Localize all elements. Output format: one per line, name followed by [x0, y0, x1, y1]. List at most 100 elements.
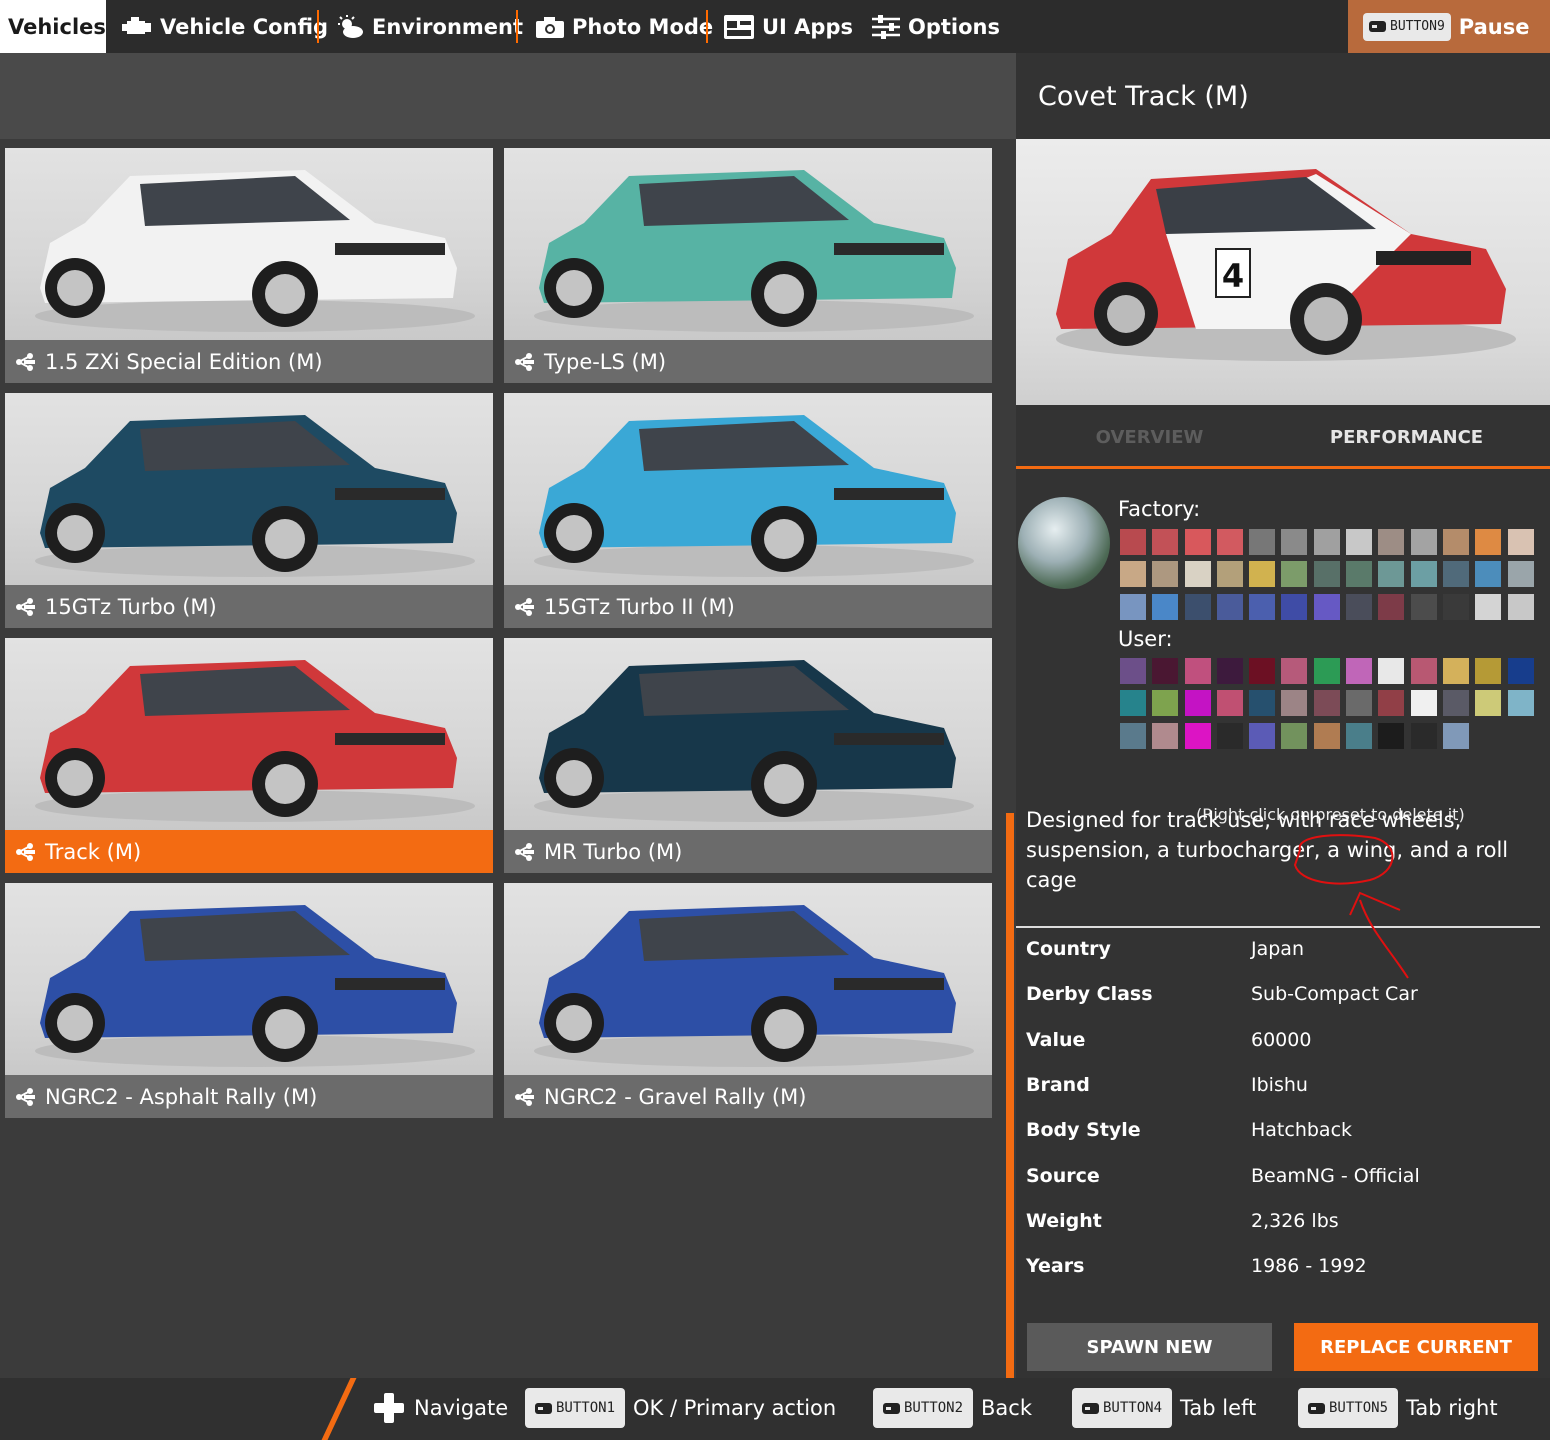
tab-options[interactable]: Options — [872, 0, 1000, 53]
user-color-swatch[interactable] — [1249, 690, 1276, 717]
factory-color-swatch[interactable] — [1475, 593, 1502, 620]
factory-color-swatch[interactable] — [1313, 593, 1340, 620]
user-color-swatch[interactable] — [1152, 658, 1179, 684]
factory-color-swatch[interactable] — [1507, 529, 1534, 555]
factory-color-swatch[interactable] — [1152, 529, 1179, 555]
factory-color-swatch[interactable] — [1507, 561, 1534, 588]
factory-color-swatch[interactable] — [1346, 593, 1373, 620]
factory-color-swatch[interactable] — [1410, 593, 1437, 620]
user-color-swatch[interactable] — [1216, 658, 1243, 684]
user-color-swatch[interactable] — [1507, 658, 1534, 684]
hint-ok[interactable]: BUTTON1 OK / Primary action — [525, 1387, 836, 1429]
user-color-swatch[interactable] — [1120, 690, 1146, 717]
user-color-swatch[interactable] — [1378, 690, 1405, 717]
user-color-swatch[interactable] — [1378, 722, 1405, 749]
factory-color-swatch[interactable] — [1313, 561, 1340, 588]
config-card[interactable]: 1.5 ZXi Special Edition (M) — [5, 148, 493, 383]
config-card[interactable]: 15GTz Turbo (M) — [5, 393, 493, 628]
user-color-swatch[interactable] — [1410, 722, 1437, 749]
factory-color-swatch[interactable] — [1249, 593, 1276, 620]
factory-color-swatch[interactable] — [1184, 529, 1211, 555]
factory-color-swatch[interactable] — [1442, 561, 1469, 588]
factory-color-swatch[interactable] — [1281, 529, 1308, 555]
user-color-swatch[interactable] — [1216, 722, 1243, 749]
factory-color-swatch[interactable] — [1442, 593, 1469, 620]
factory-color-swatch[interactable] — [1475, 561, 1502, 588]
environment-preview-ball[interactable] — [1018, 497, 1110, 589]
user-color-swatch[interactable] — [1120, 658, 1146, 684]
config-card[interactable]: Track (M) — [5, 638, 493, 873]
factory-color-swatch[interactable] — [1475, 529, 1502, 555]
config-card[interactable]: MR Turbo (M) — [504, 638, 992, 873]
factory-color-swatch[interactable] — [1507, 593, 1534, 620]
pause-button[interactable]: BUTTON9 Pause — [1348, 0, 1550, 53]
user-color-swatch[interactable] — [1442, 722, 1469, 749]
factory-color-swatch[interactable] — [1410, 561, 1437, 588]
factory-color-swatch[interactable] — [1249, 529, 1276, 555]
user-color-swatch[interactable] — [1249, 722, 1276, 749]
factory-color-swatch[interactable] — [1442, 529, 1469, 555]
user-color-swatch[interactable] — [1120, 722, 1146, 749]
hint-back[interactable]: BUTTON2 Back — [873, 1387, 1032, 1429]
factory-color-swatch[interactable] — [1378, 529, 1405, 555]
tab-photo-mode[interactable]: Photo Mode — [536, 0, 713, 53]
user-color-swatch[interactable] — [1313, 690, 1340, 717]
user-color-swatch[interactable] — [1281, 658, 1308, 684]
factory-color-swatch[interactable] — [1120, 561, 1146, 588]
user-color-swatch[interactable] — [1313, 658, 1340, 684]
user-color-swatch[interactable] — [1475, 658, 1502, 684]
tab-overview[interactable]: OVERVIEW — [1016, 405, 1283, 469]
factory-color-swatch[interactable] — [1410, 529, 1437, 555]
user-color-swatch[interactable] — [1184, 658, 1211, 684]
hint-tab-left[interactable]: BUTTON4 Tab left — [1072, 1387, 1256, 1429]
factory-color-swatch[interactable] — [1216, 529, 1243, 555]
tab-performance[interactable]: PERFORMANCE — [1273, 405, 1540, 469]
spawn-new-button[interactable]: SPAWN NEW — [1027, 1323, 1272, 1371]
factory-color-swatch[interactable] — [1184, 593, 1211, 620]
factory-color-swatch[interactable] — [1120, 593, 1146, 620]
user-color-swatch[interactable] — [1281, 690, 1308, 717]
user-color-swatch[interactable] — [1410, 658, 1437, 684]
factory-color-swatch[interactable] — [1152, 593, 1179, 620]
config-card[interactable]: NGRC2 - Gravel Rally (M) — [504, 883, 992, 1118]
user-color-swatch[interactable] — [1216, 690, 1243, 717]
tab-ui-apps[interactable]: UI Apps — [724, 0, 853, 53]
user-color-swatch[interactable] — [1184, 722, 1211, 749]
factory-color-swatch[interactable] — [1281, 593, 1308, 620]
user-color-swatch[interactable] — [1378, 658, 1405, 684]
user-color-swatch[interactable] — [1249, 658, 1276, 684]
user-color-swatch[interactable] — [1281, 722, 1308, 749]
user-color-swatch[interactable] — [1346, 658, 1373, 684]
user-color-swatch[interactable] — [1152, 690, 1179, 717]
hint-tab-right[interactable]: BUTTON5 Tab right — [1298, 1387, 1498, 1429]
factory-color-swatch[interactable] — [1152, 561, 1179, 588]
factory-color-swatch[interactable] — [1378, 561, 1405, 588]
user-color-swatch[interactable] — [1507, 690, 1534, 717]
user-color-swatch[interactable] — [1442, 690, 1469, 717]
factory-color-swatch[interactable] — [1313, 529, 1340, 555]
factory-color-swatch[interactable] — [1120, 529, 1146, 555]
user-color-swatch[interactable] — [1184, 690, 1211, 717]
config-card[interactable]: NGRC2 - Asphalt Rally (M) — [5, 883, 493, 1118]
factory-color-swatch[interactable] — [1249, 561, 1276, 588]
user-color-swatch[interactable] — [1152, 722, 1179, 749]
tab-environment[interactable]: Environment — [336, 0, 523, 53]
user-color-swatch[interactable] — [1410, 690, 1437, 717]
factory-color-swatch[interactable] — [1346, 561, 1373, 588]
scroll-indicator[interactable] — [1006, 813, 1014, 1378]
tab-vehicle-config[interactable]: Vehicle Config — [122, 0, 328, 53]
factory-color-swatch[interactable] — [1216, 561, 1243, 588]
factory-color-swatch[interactable] — [1378, 593, 1405, 620]
replace-current-button[interactable]: REPLACE CURRENT — [1294, 1323, 1538, 1371]
config-card[interactable]: Type-LS (M) — [504, 148, 992, 383]
factory-color-swatch[interactable] — [1281, 561, 1308, 588]
factory-color-swatch[interactable] — [1184, 561, 1211, 588]
user-color-swatch[interactable] — [1346, 722, 1373, 749]
user-color-swatch[interactable] — [1346, 690, 1373, 717]
tab-vehicles[interactable]: Vehicles — [0, 0, 106, 53]
factory-color-swatch[interactable] — [1346, 529, 1373, 555]
config-card[interactable]: 15GTz Turbo II (M) — [504, 393, 992, 628]
factory-color-swatch[interactable] — [1216, 593, 1243, 620]
user-color-swatch[interactable] — [1313, 722, 1340, 749]
user-color-swatch[interactable] — [1442, 658, 1469, 684]
